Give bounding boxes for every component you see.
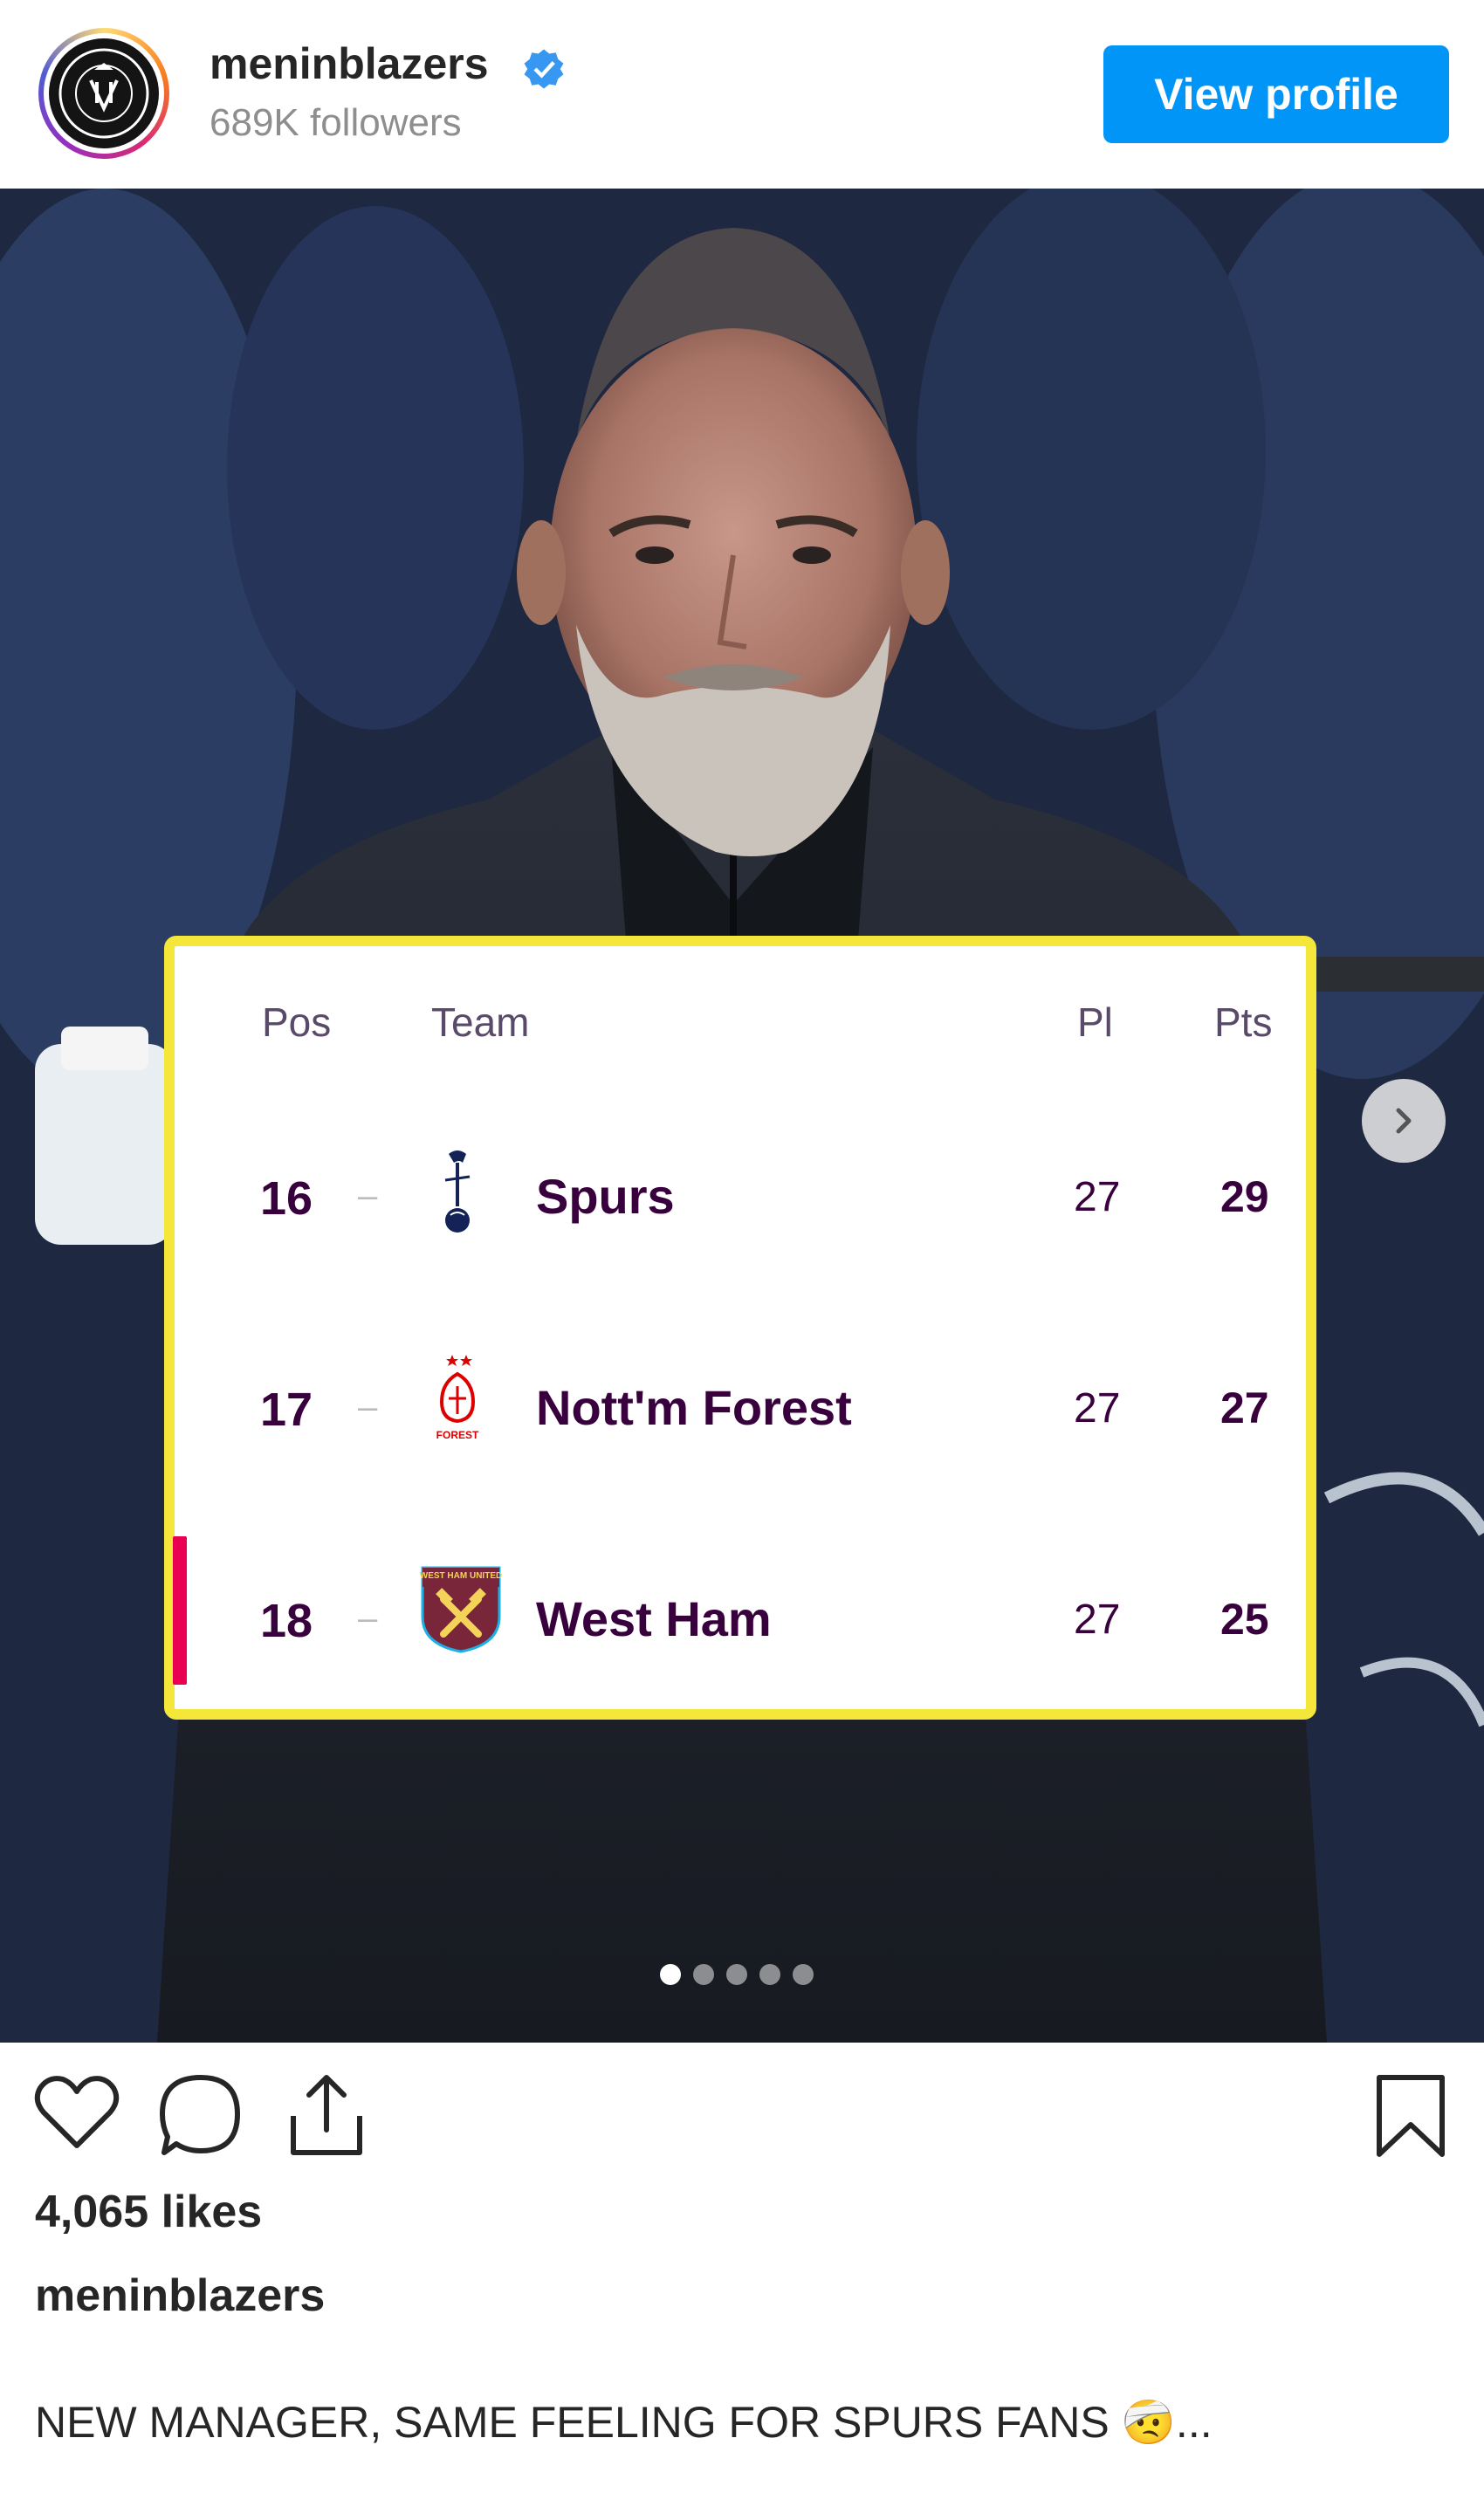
share-upload-icon[interactable] <box>285 2072 368 2160</box>
post-caption[interactable]: NEW MANAGER, SAME FEELING FOR SPURS FANS… <box>35 2397 1213 2448</box>
verified-badge-icon <box>524 49 564 89</box>
likes-count[interactable]: 4,065 likes <box>35 2186 262 2238</box>
row-team-name: Nott'm Forest <box>536 1380 852 1435</box>
carousel-dot <box>693 1964 714 1985</box>
row-played: 27 <box>1074 1597 1121 1643</box>
row-position: 16 <box>260 1172 313 1225</box>
forest-crest-icon: FOREST <box>436 1355 479 1441</box>
caption-text: NEW MANAGER, SAME FEELING FOR SPURS FANS <box>35 2398 1110 2447</box>
row-points: 29 <box>1220 1172 1269 1221</box>
carousel-dot <box>726 1964 747 1985</box>
username[interactable]: meninblazers <box>210 38 489 89</box>
row-team-name: Spurs <box>536 1169 675 1224</box>
col-header-pos: Pos <box>262 999 332 1045</box>
men-in-blazers-logo-icon <box>49 38 159 148</box>
avatar[interactable] <box>38 28 169 159</box>
row-played: 27 <box>1074 1385 1121 1432</box>
post-actions-bar <box>0 2043 1484 2182</box>
row-position: 17 <box>260 1384 313 1436</box>
row-team-name: West Ham <box>536 1591 772 1646</box>
svg-text:FOREST: FOREST <box>436 1429 479 1441</box>
carousel-indicator <box>660 1964 814 1985</box>
carousel-dot <box>759 1964 780 1985</box>
row-movement: – <box>358 1177 378 1215</box>
relegation-zone-indicator <box>173 1536 187 1685</box>
row-movement: – <box>358 1599 378 1638</box>
view-profile-button[interactable]: View profile <box>1103 45 1449 143</box>
spurs-crest-icon <box>444 1150 471 1233</box>
row-points: 27 <box>1220 1384 1269 1432</box>
svg-text:WEST HAM UNITED: WEST HAM UNITED <box>420 1571 502 1581</box>
chevron-right-icon <box>1396 1108 1412 1134</box>
post-header: meninblazers 689K followers View profile <box>0 0 1484 189</box>
like-heart-icon[interactable] <box>33 2072 120 2153</box>
row-movement: – <box>358 1388 378 1426</box>
col-header-pl: Pl <box>1077 999 1113 1045</box>
col-header-pts: Pts <box>1214 999 1273 1045</box>
col-header-team: Team <box>431 999 530 1045</box>
carousel-dot <box>660 1964 681 1985</box>
follower-count: 689K followers <box>210 101 462 144</box>
comment-bubble-icon[interactable] <box>157 2072 244 2160</box>
caption-more[interactable]: ... <box>1176 2398 1213 2447</box>
row-points: 25 <box>1220 1595 1269 1644</box>
bandaged-face-emoji: 🤕 <box>1121 2398 1176 2447</box>
row-position: 18 <box>260 1595 313 1647</box>
caption-username[interactable]: meninblazers <box>35 2270 325 2322</box>
post-image[interactable]: Pos Team Pl Pts 16 – Spurs 27 29 17 – FO… <box>0 189 1484 2043</box>
next-slide-button[interactable] <box>1362 1079 1446 1163</box>
row-played: 27 <box>1074 1174 1121 1220</box>
league-table-card: Pos Team Pl Pts 16 – Spurs 27 29 17 – FO… <box>164 936 1316 1720</box>
carousel-dot <box>793 1964 814 1985</box>
bookmark-save-icon[interactable] <box>1374 2072 1447 2160</box>
westham-crest-icon: WEST HAM UNITED <box>420 1566 502 1653</box>
